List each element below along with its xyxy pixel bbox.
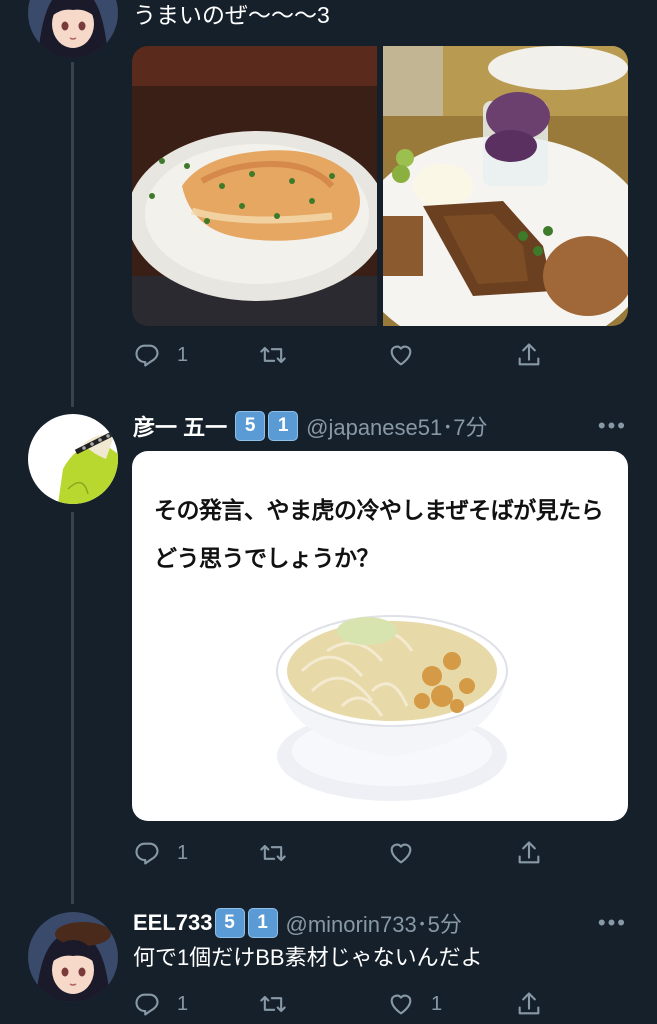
display-name[interactable]: 彦一 五一: [133, 410, 227, 442]
tweet-media[interactable]: その発言、やま虎の冷やしまぜそばが見たら どう思うでしょうか？: [132, 451, 628, 821]
like-icon: [390, 843, 412, 864]
badge-one: 1: [247, 908, 278, 938]
like-button[interactable]: [387, 835, 431, 871]
retweet-icon: [260, 995, 286, 1013]
like-icon: [390, 345, 412, 366]
reply-button[interactable]: 1: [133, 986, 188, 1022]
image-caption-line: その発言、やま虎の冷やしまぜそばが見たら: [154, 497, 604, 523]
badge-five: 5: [214, 908, 245, 938]
share-icon: [518, 841, 540, 864]
handle-time[interactable]: @japanese51･7分: [306, 410, 487, 442]
lasagna-photo[interactable]: [132, 46, 377, 326]
tweet-media: [132, 46, 628, 326]
tweet-text: 何で1個だけBB素材じゃないんだよ: [133, 945, 483, 970]
dessert-plate-photo[interactable]: [383, 46, 628, 326]
reply-count: 1: [177, 841, 189, 864]
share-button[interactable]: [515, 835, 543, 871]
retweet-icon: [260, 346, 286, 364]
share-icon: [518, 343, 540, 366]
image-caption-line: どう思うでしょうか？: [154, 545, 380, 571]
badge-five: 5: [235, 411, 266, 441]
retweet-button[interactable]: [259, 337, 303, 373]
more-icon[interactable]: •••: [598, 910, 627, 936]
like-icon: [390, 994, 412, 1015]
like-button[interactable]: [387, 337, 431, 373]
tweet-header: 彦一 五一 5 1 @japanese51･7分: [133, 410, 487, 442]
avatar[interactable]: [28, 414, 118, 504]
more-icon[interactable]: •••: [598, 413, 627, 439]
mazesoba-bowl-photo: [272, 591, 512, 806]
handle-time[interactable]: @minorin733･5分: [286, 907, 462, 939]
retweet-button[interactable]: [259, 835, 303, 871]
reply-button[interactable]: 1: [133, 337, 188, 373]
tweet-text: うまいのぜ〜〜〜3: [133, 2, 330, 28]
tweet-actions: 1: [133, 835, 543, 871]
tweet-actions: 1: [133, 337, 543, 373]
retweet-icon: [260, 844, 286, 862]
reply-count: 1: [177, 992, 189, 1015]
like-count: 1: [431, 992, 443, 1015]
share-icon: [518, 992, 540, 1015]
share-button[interactable]: [515, 986, 543, 1022]
thread-line: [71, 62, 74, 407]
reply-icon: [135, 842, 159, 865]
reply-count: 1: [177, 343, 189, 366]
reply-icon: [135, 344, 159, 367]
thread-line: [71, 512, 74, 904]
tweet-header: EEL733 5 1 @minorin733･5分: [133, 907, 462, 939]
tweet-actions: 1 1: [133, 986, 543, 1022]
share-button[interactable]: [515, 337, 543, 373]
like-button[interactable]: 1: [387, 986, 442, 1022]
display-name[interactable]: EEL733: [133, 910, 213, 936]
avatar[interactable]: [28, 912, 118, 1002]
reply-button[interactable]: 1: [133, 835, 188, 871]
retweet-button[interactable]: [259, 986, 303, 1022]
avatar[interactable]: [28, 0, 118, 58]
reply-icon: [135, 993, 159, 1016]
badge-one: 1: [268, 411, 299, 441]
